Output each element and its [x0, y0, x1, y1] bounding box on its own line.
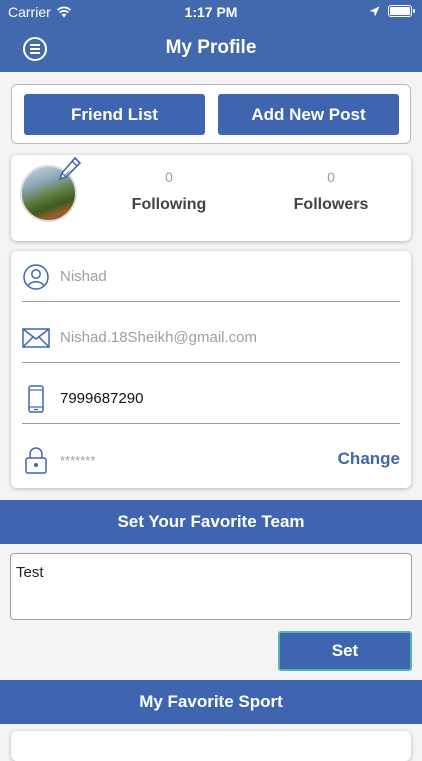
favorite-sport-header: My Favorite Sport [0, 680, 422, 724]
following-label: Following [131, 196, 207, 213]
page-title: My Profile [165, 37, 257, 58]
name-field[interactable]: Nishad [22, 252, 400, 302]
friend-list-button[interactable]: Friend List [24, 94, 205, 135]
profile-info-card: Nishad Nishad.18Sheikh@gmail.com 7999687… [11, 251, 411, 488]
followers-count: 0 [327, 169, 335, 185]
favorite-team-input[interactable]: Test [10, 553, 412, 620]
action-buttons-card: Friend List Add New Post [11, 84, 411, 144]
phone-value: 7999687290 [60, 390, 144, 407]
edit-pencil-icon[interactable] [57, 157, 81, 185]
password-field: ******* Change [22, 435, 400, 485]
following-stat[interactable]: 0 Following [109, 169, 229, 214]
favorite-team-header: Set Your Favorite Team [0, 500, 422, 544]
location-arrow-icon [369, 6, 380, 16]
followers-stat[interactable]: 0 Followers [271, 169, 391, 214]
status-bar: Carrier 1:17 PM [0, 0, 422, 24]
change-password-link[interactable]: Change [338, 449, 400, 469]
email-value: Nishad.18Sheikh@gmail.com [60, 329, 257, 346]
navigation-bar: My Profile [0, 24, 422, 72]
status-time: 1:17 PM [184, 4, 238, 20]
set-team-button[interactable]: Set [278, 631, 412, 671]
add-new-post-button[interactable]: Add New Post [218, 94, 399, 135]
email-field[interactable]: Nishad.18Sheikh@gmail.com [22, 313, 400, 363]
following-count: 0 [165, 169, 173, 185]
name-value: Nishad [60, 268, 107, 285]
user-icon [22, 263, 50, 291]
profile-stats-card: 0 Following 0 Followers [11, 155, 411, 241]
phone-field[interactable]: 7999687290 [22, 374, 400, 424]
followers-label: Followers [293, 196, 369, 213]
envelope-icon [22, 324, 50, 352]
battery-icon [388, 5, 415, 17]
mobile-phone-icon [22, 384, 50, 413]
lock-icon [22, 446, 50, 474]
favorite-sport-card [11, 731, 411, 761]
password-value: ******* [60, 452, 96, 468]
